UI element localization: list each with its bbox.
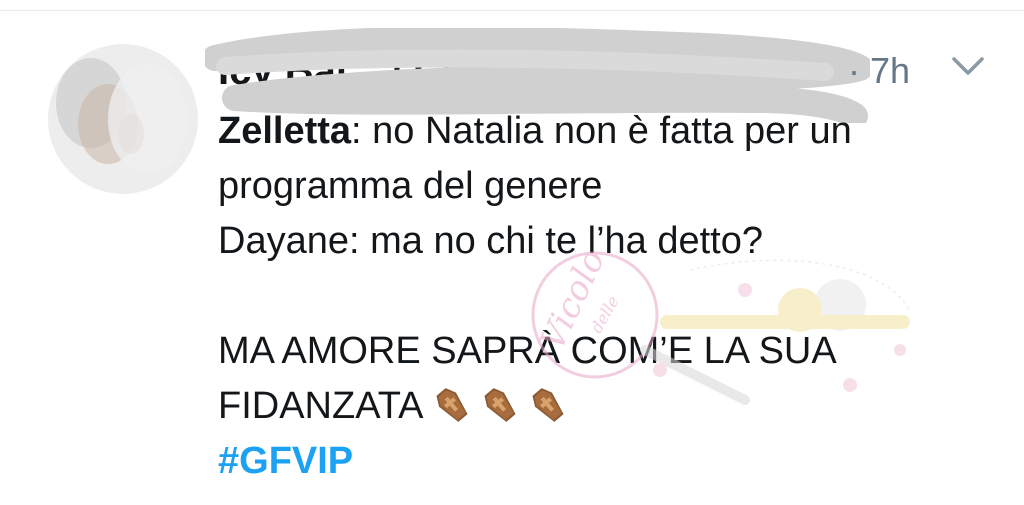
tweet-line: programma del genere [218, 165, 603, 207]
tweet-line: FIDANZATA [218, 379, 978, 434]
tweet-line: #GFVIP [218, 434, 978, 489]
coffin-emoji-icon [532, 388, 565, 422]
line-text: : no Natalia non è fatta per un [351, 110, 852, 152]
tweet-line: MA AMORE SAPRÀ COM’E LA SUA [218, 330, 837, 372]
line-text: FIDANZATA [218, 385, 424, 427]
chevron-down-icon[interactable] [950, 54, 986, 78]
hashtag-link[interactable]: #GFVIP [218, 440, 353, 482]
divider [0, 10, 1024, 11]
coffin-emoji-icon [436, 388, 469, 422]
tweet-line: Dayane: ma no chi te l’ha detto? [218, 220, 764, 262]
coffin-emoji-icon [484, 388, 517, 422]
timestamp[interactable]: · 7h [848, 50, 910, 92]
tweet-card[interactable]: Icy Bal... | Cuori Esercito ❄ · 7h Zelle… [0, 0, 1024, 505]
avatar[interactable] [48, 44, 198, 194]
tweet-line: Zelletta: no Natalia non è fatta per un [218, 104, 978, 159]
speaker-name: Zelletta [218, 110, 352, 152]
tweet-text: Zelletta: no Natalia non è fatta per un … [218, 104, 978, 489]
